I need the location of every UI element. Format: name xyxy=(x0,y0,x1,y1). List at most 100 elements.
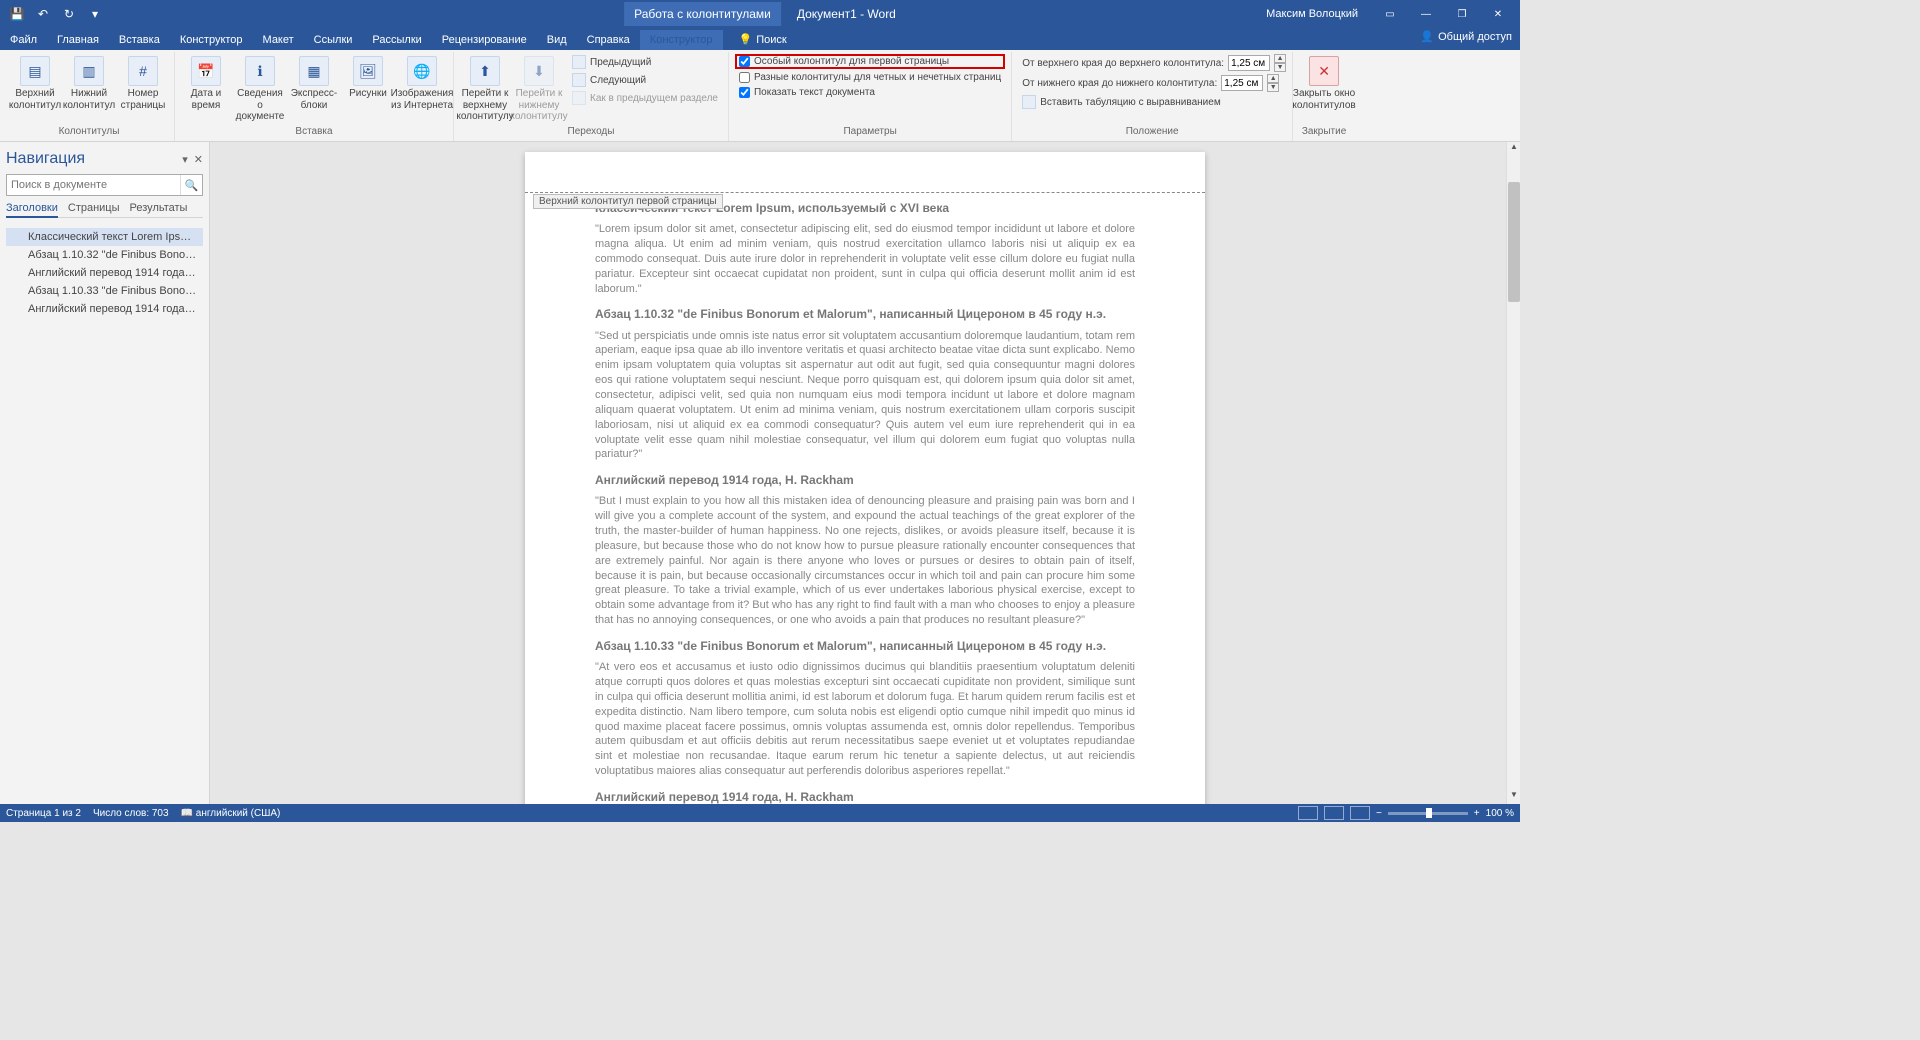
pictures-label: Рисунки xyxy=(349,88,387,100)
footer-from-bottom-row: От нижнего края до нижнего колонтитула:▲… xyxy=(1018,74,1286,92)
insert-tab-alignment-button[interactable]: Вставить табуляцию с выравниванием xyxy=(1018,94,1286,110)
share-button[interactable]: 👤 Общий доступ xyxy=(1420,30,1512,43)
view-print-layout-button[interactable] xyxy=(1324,806,1344,820)
link-previous-button[interactable]: Как в предыдущем разделе xyxy=(568,90,722,106)
bottom-header-label: Нижний колонтитул xyxy=(63,88,115,111)
header-bottom-icon: ▥ xyxy=(74,56,104,86)
goto-header-icon: ⬆ xyxy=(470,56,500,86)
from-bottom-input[interactable] xyxy=(1221,75,1263,91)
nav-heading-item[interactable]: Английский перевод 1914 года, H. Rackham xyxy=(6,300,203,318)
show-document-text-checkbox[interactable]: Показать текст документа xyxy=(735,86,1005,99)
page-number-button[interactable]: #Номер страницы xyxy=(118,54,168,111)
status-word-count[interactable]: Число слов: 703 xyxy=(93,808,169,819)
online-picture-icon: 🌐 xyxy=(407,56,437,86)
title-bar: 💾 ↶ ↻ ▾ Работа с колонтитулами Документ1… xyxy=(0,0,1520,28)
quick-parts-button[interactable]: ▦Экспресс-блоки xyxy=(289,54,339,111)
ribbon-options-icon[interactable]: ▭ xyxy=(1372,0,1408,28)
doc-info-button[interactable]: ℹСведения о документе xyxy=(235,54,285,123)
zoom-knob[interactable] xyxy=(1426,808,1432,818)
spin-down-icon[interactable]: ▼ xyxy=(1267,83,1279,92)
vertical-scrollbar[interactable]: ▲ ▼ xyxy=(1506,142,1520,804)
goto-footer-button[interactable]: ⬇Перейти к нижнему колонтитулу xyxy=(514,54,564,123)
nav-heading-item[interactable]: Абзац 1.10.33 "de Finibus Bonorum et Mal… xyxy=(6,282,203,300)
tab-help[interactable]: Справка xyxy=(577,30,640,50)
redo-icon[interactable]: ↻ xyxy=(58,3,80,25)
document-title: Документ1 - Word xyxy=(797,7,896,21)
spin-up-icon[interactable]: ▲ xyxy=(1267,74,1279,83)
tab-review[interactable]: Рецензирование xyxy=(432,30,537,50)
spin-down-icon[interactable]: ▼ xyxy=(1274,63,1286,72)
tab-insert[interactable]: Вставка xyxy=(109,30,170,50)
tab-mailings[interactable]: Рассылки xyxy=(362,30,431,50)
tab-view[interactable]: Вид xyxy=(537,30,577,50)
from-top-label: От верхнего края до верхнего колонтитула… xyxy=(1022,58,1224,69)
next-section-button[interactable]: Следующий xyxy=(568,72,722,88)
zoom-slider[interactable] xyxy=(1388,812,1468,815)
scroll-up-icon[interactable]: ▲ xyxy=(1507,142,1520,156)
nav-tab-pages[interactable]: Страницы xyxy=(68,202,120,215)
document-area[interactable]: Верхний колонтитул первой страницы Класс… xyxy=(210,142,1520,804)
tab-references[interactable]: Ссылки xyxy=(304,30,363,50)
bottom-header-button[interactable]: ▥Нижний колонтитул xyxy=(64,54,114,111)
nav-close-icon[interactable]: ✕ xyxy=(194,153,203,166)
nav-search-box[interactable]: 🔍 xyxy=(6,174,203,196)
date-time-label: Дата и время xyxy=(181,88,231,111)
status-page[interactable]: Страница 1 из 2 xyxy=(6,808,81,819)
from-top-input[interactable] xyxy=(1228,55,1270,71)
group-label-position: Положение xyxy=(1018,126,1286,139)
lightbulb-icon: 💡 xyxy=(739,33,753,46)
undo-icon[interactable]: ↶ xyxy=(32,3,54,25)
goto-footer-icon: ⬇ xyxy=(524,56,554,86)
scroll-thumb[interactable] xyxy=(1508,182,1520,302)
nav-heading-item[interactable]: Абзац 1.10.32 "de Finibus Bonorum et Mal… xyxy=(6,246,203,264)
diff-first-check[interactable] xyxy=(739,56,750,67)
view-read-mode-button[interactable] xyxy=(1298,806,1318,820)
search-icon[interactable]: 🔍 xyxy=(180,175,202,195)
group-label-navigation: Переходы xyxy=(460,126,722,139)
spin-up-icon[interactable]: ▲ xyxy=(1274,54,1286,63)
group-label-close: Закрытие xyxy=(1299,126,1349,139)
close-icon[interactable]: ✕ xyxy=(1480,0,1516,28)
previous-section-button[interactable]: Предыдущий xyxy=(568,54,722,70)
nav-heading-item[interactable]: Английский перевод 1914 года, H. Rackham xyxy=(6,264,203,282)
maximize-icon[interactable]: ❐ xyxy=(1444,0,1480,28)
status-language[interactable]: 📖 английский (США) xyxy=(181,808,281,819)
status-language-text: английский (США) xyxy=(196,808,281,819)
tab-header-footer-design[interactable]: Конструктор xyxy=(640,30,723,50)
nav-heading-item[interactable]: Классический текст Lorem Ipsum, использу… xyxy=(6,228,203,246)
tab-home[interactable]: Главная xyxy=(47,30,109,50)
scroll-down-icon[interactable]: ▼ xyxy=(1507,790,1520,804)
goto-header-button[interactable]: ⬆Перейти к верхнему колонтитулу xyxy=(460,54,510,123)
tab-file[interactable]: Файл xyxy=(0,30,47,50)
tab-design[interactable]: Конструктор xyxy=(170,30,253,50)
link-previous-label: Как в предыдущем разделе xyxy=(590,93,718,104)
save-icon[interactable]: 💾 xyxy=(6,3,28,25)
zoom-out-button[interactable]: − xyxy=(1376,808,1382,819)
pictures-button[interactable]: 🖼Рисунки xyxy=(343,54,393,100)
nav-tab-results[interactable]: Результаты xyxy=(130,202,188,215)
different-odd-even-checkbox[interactable]: Разные колонтитулы для четных и нечетных… xyxy=(735,71,1005,84)
page-number-icon: # xyxy=(128,56,158,86)
page-body: Классический текст Lorem Ipsum, использу… xyxy=(595,200,1135,804)
nav-tab-headings[interactable]: Заголовки xyxy=(6,202,58,218)
show-text-check[interactable] xyxy=(739,87,750,98)
page[interactable]: Верхний колонтитул первой страницы Класс… xyxy=(525,152,1205,804)
qat-customize-icon[interactable]: ▾ xyxy=(84,3,106,25)
zoom-level[interactable]: 100 % xyxy=(1486,808,1514,819)
diff-oddeven-check[interactable] xyxy=(739,72,750,83)
close-header-footer-button[interactable]: ✕Закрыть окно колонтитулов xyxy=(1299,54,1349,111)
nav-dropdown-icon[interactable]: ▾ xyxy=(182,153,188,166)
zoom-in-button[interactable]: + xyxy=(1474,808,1480,819)
nav-search-input[interactable] xyxy=(7,175,180,195)
doc-paragraph: "At vero eos et accusamus et iusto odio … xyxy=(595,660,1135,779)
top-header-button[interactable]: ▤Верхний колонтитул xyxy=(10,54,60,111)
online-pictures-button[interactable]: 🌐Изображения из Интернета xyxy=(397,54,447,111)
date-time-button[interactable]: 📅Дата и время xyxy=(181,54,231,111)
view-web-layout-button[interactable] xyxy=(1350,806,1370,820)
minimize-icon[interactable]: — xyxy=(1408,0,1444,28)
goto-footer-label: Перейти к нижнему колонтитулу xyxy=(510,88,567,123)
different-first-page-checkbox[interactable]: Особый колонтитул для первой страницы xyxy=(735,54,1005,69)
content-area: Навигация▾✕ 🔍 Заголовки Страницы Результ… xyxy=(0,142,1520,804)
tell-me-search[interactable]: 💡 Поиск xyxy=(731,29,795,50)
tab-layout[interactable]: Макет xyxy=(253,30,304,50)
